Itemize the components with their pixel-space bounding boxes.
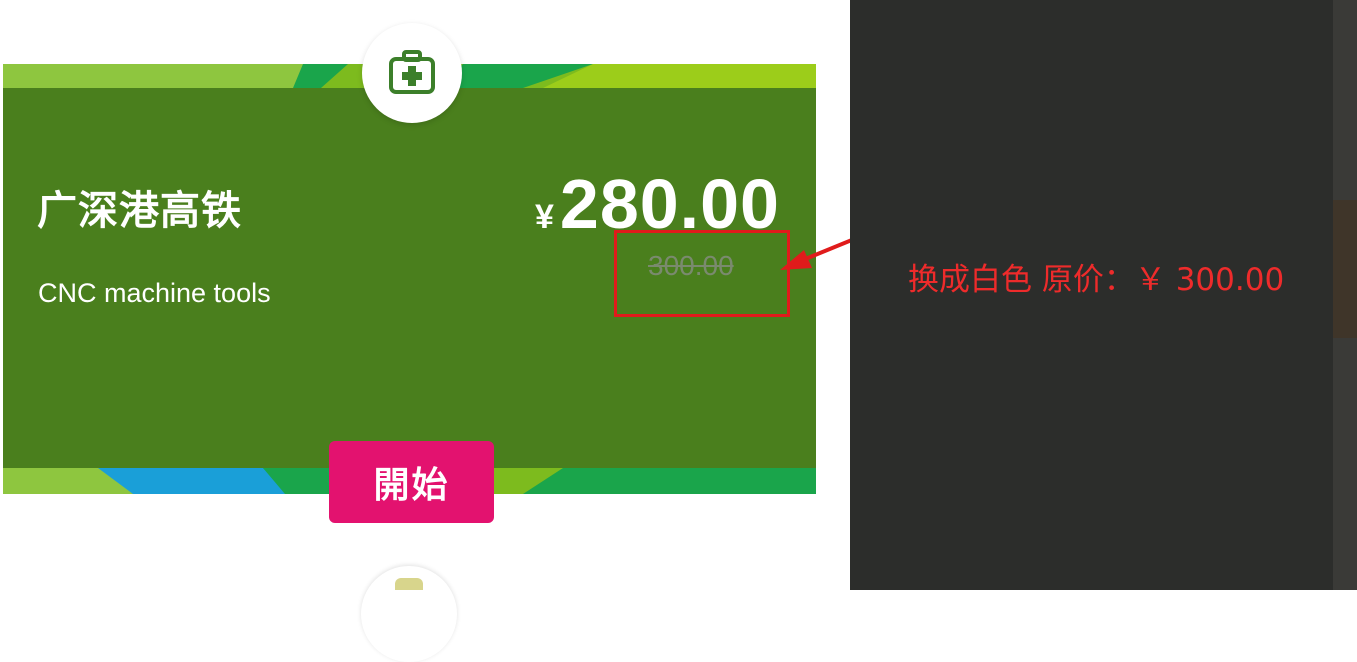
- annotation-highlight-box: [614, 230, 790, 317]
- route-subtitle: CNC machine tools: [38, 278, 271, 308]
- medkit-icon: [389, 50, 435, 94]
- annotation-note: 换成白色 原价：￥ 300.00: [908, 262, 1285, 298]
- start-button[interactable]: 開始: [329, 441, 494, 523]
- panel-edge-accent: [1333, 200, 1357, 338]
- medkit-badge: [362, 23, 462, 123]
- next-card-badge: [361, 566, 457, 662]
- price-currency-symbol: ¥: [534, 198, 554, 236]
- route-title: 广深港高铁: [37, 188, 242, 234]
- left-panel: 广深港高铁 CNC machine tools ¥ 280.00 300.00 …: [0, 0, 1029, 662]
